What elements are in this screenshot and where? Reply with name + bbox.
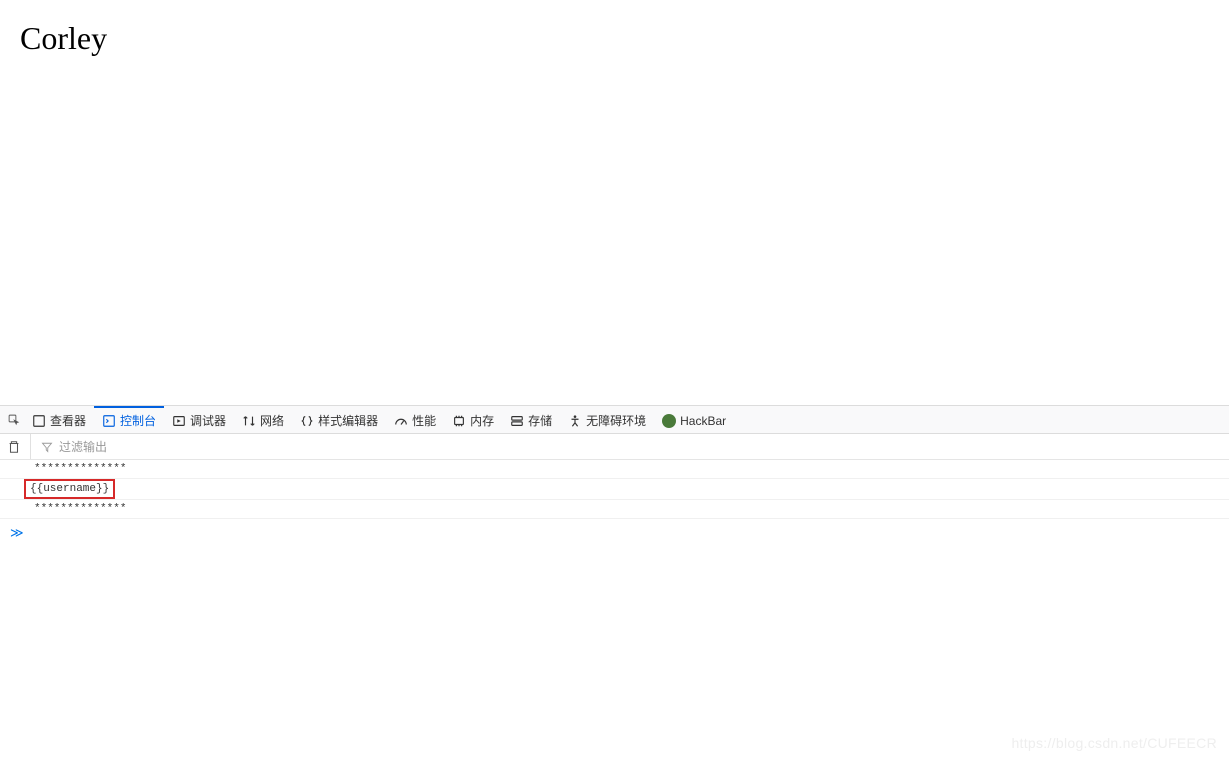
devtools-tabs: 查看器 控制台 调试器 网络 样式编辑器 [0, 406, 1229, 434]
console-icon [102, 414, 116, 428]
filter-icon[interactable] [39, 439, 55, 455]
log-line: {{username}} [0, 479, 1229, 500]
tab-accessibility[interactable]: 无障碍环境 [560, 406, 654, 434]
tab-label: HackBar [680, 414, 726, 428]
performance-icon [394, 414, 408, 428]
tab-performance[interactable]: 性能 [386, 406, 444, 434]
filter-input[interactable] [59, 440, 1223, 454]
tab-debugger[interactable]: 调试器 [164, 406, 234, 434]
tab-styleeditor[interactable]: 样式编辑器 [292, 406, 386, 434]
tab-label: 内存 [470, 412, 494, 429]
inspector-icon [32, 414, 46, 428]
log-highlighted: {{username}} [24, 479, 115, 499]
tab-storage[interactable]: 存储 [502, 406, 560, 434]
tab-console[interactable]: 控制台 [94, 406, 164, 434]
tab-label: 调试器 [190, 412, 226, 429]
tab-network[interactable]: 网络 [234, 406, 292, 434]
styleeditor-icon [300, 414, 314, 428]
devtools-panel: 查看器 控制台 调试器 网络 样式编辑器 [0, 405, 1229, 759]
tab-label: 样式编辑器 [318, 412, 378, 429]
tab-label: 网络 [260, 412, 284, 429]
tab-label: 性能 [412, 412, 436, 429]
network-icon [242, 414, 256, 428]
tab-inspector[interactable]: 查看器 [24, 406, 94, 434]
console-output[interactable]: ************** {{username}} ************… [0, 460, 1229, 759]
tab-hackbar[interactable]: HackBar [654, 406, 734, 434]
tab-memory[interactable]: 内存 [444, 406, 502, 434]
console-toolbar [0, 434, 1229, 460]
page-content: Corley [0, 0, 1229, 405]
memory-icon [452, 414, 466, 428]
trash-icon[interactable] [6, 439, 22, 455]
element-picker-icon[interactable] [4, 410, 24, 430]
page-title: Corley [20, 20, 1209, 57]
accessibility-icon [568, 414, 582, 428]
tab-label: 查看器 [50, 412, 86, 429]
hackbar-icon [662, 414, 676, 428]
tab-label: 控制台 [120, 412, 156, 429]
debugger-icon [172, 414, 186, 428]
storage-icon [510, 414, 524, 428]
log-line: ************** [0, 500, 1229, 519]
console-prompt[interactable]: ≫ [0, 519, 1229, 547]
tab-label: 存储 [528, 412, 552, 429]
filter-wrap [30, 434, 1223, 459]
tab-label: 无障碍环境 [586, 412, 646, 429]
log-line: ************** [0, 460, 1229, 479]
